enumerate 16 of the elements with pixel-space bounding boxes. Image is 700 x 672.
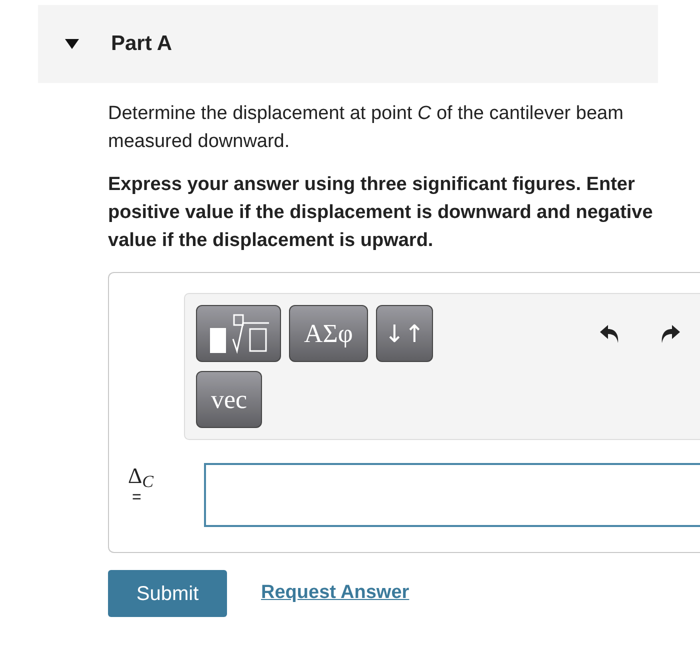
submit-button[interactable]: Submit: [108, 570, 227, 617]
part-title: Part A: [111, 31, 172, 58]
instructions-text: Express your answer using three significant figures. Enter positive value if the displacement is downward and negative value if the displacement is upward.: [108, 173, 654, 253]
redo-icon[interactable]: [660, 323, 682, 345]
question-text: Determine the displacement at point C of the cantilever beam measured downward.: [108, 102, 624, 154]
part-header[interactable]: Part A: [38, 5, 658, 83]
request-answer-link[interactable]: Request Answer: [261, 579, 410, 608]
template-button[interactable]: [196, 305, 281, 362]
toolbar-button[interactable]: vec: [196, 371, 262, 428]
toolbar-button[interactable]: ΑΣφ: [289, 305, 368, 362]
answer-label: Δ$_{C}$: [128, 463, 154, 489]
caret-icon[interactable]: [65, 37, 79, 51]
toolbar-button[interactable]: ↓↑: [376, 305, 433, 362]
equals-sign: =: [132, 489, 142, 507]
undo-icon[interactable]: [598, 323, 620, 345]
answer-field[interactable]: [204, 463, 700, 527]
